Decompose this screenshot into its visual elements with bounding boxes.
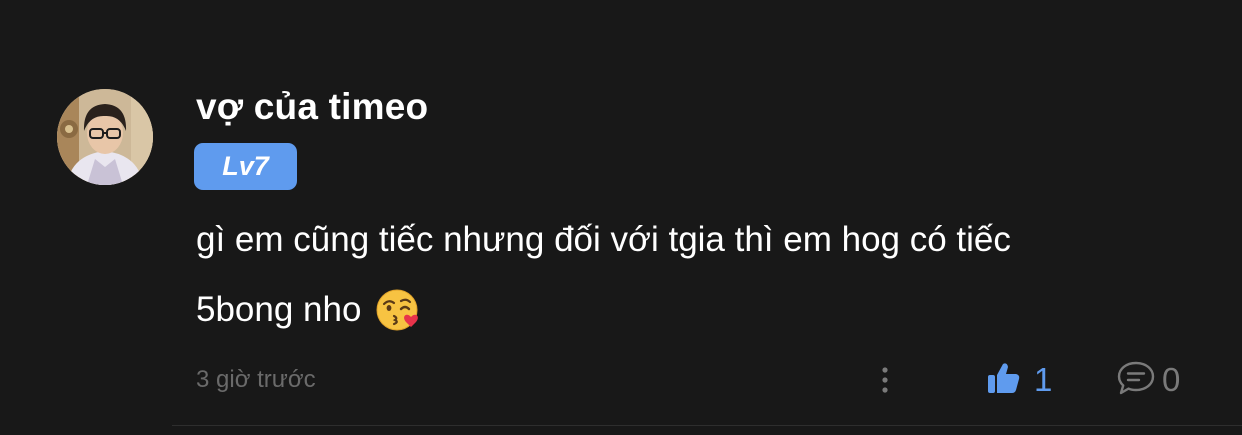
comment-text-line-2: 5bong nho: [196, 287, 1196, 333]
divider: [172, 425, 1242, 426]
kiss-face-icon: [375, 287, 421, 333]
comment-bubble-icon: [1116, 359, 1156, 402]
comment-text-line-1: gì em cũng tiếc nhưng đối với tgia thì e…: [196, 220, 1011, 259]
comment-item: vợ của timeo Lv7 gì em cũng tiếc nhưng đ…: [0, 0, 1242, 435]
reply-button[interactable]: 0: [1116, 360, 1180, 400]
reply-count: 0: [1162, 361, 1181, 398]
level-badge: Lv7: [194, 143, 297, 190]
comment-text-line-2-text: 5bong nho: [196, 290, 362, 329]
username[interactable]: vợ của timeo: [196, 86, 428, 128]
like-button[interactable]: 1: [986, 360, 1052, 400]
like-count: 1: [1034, 361, 1053, 398]
more-options-button[interactable]: [870, 362, 900, 398]
more-vertical-icon: [870, 367, 900, 402]
avatar[interactable]: [57, 89, 153, 185]
thumbs-up-icon: [986, 360, 1022, 401]
timestamp: 3 giờ trước: [196, 366, 316, 393]
